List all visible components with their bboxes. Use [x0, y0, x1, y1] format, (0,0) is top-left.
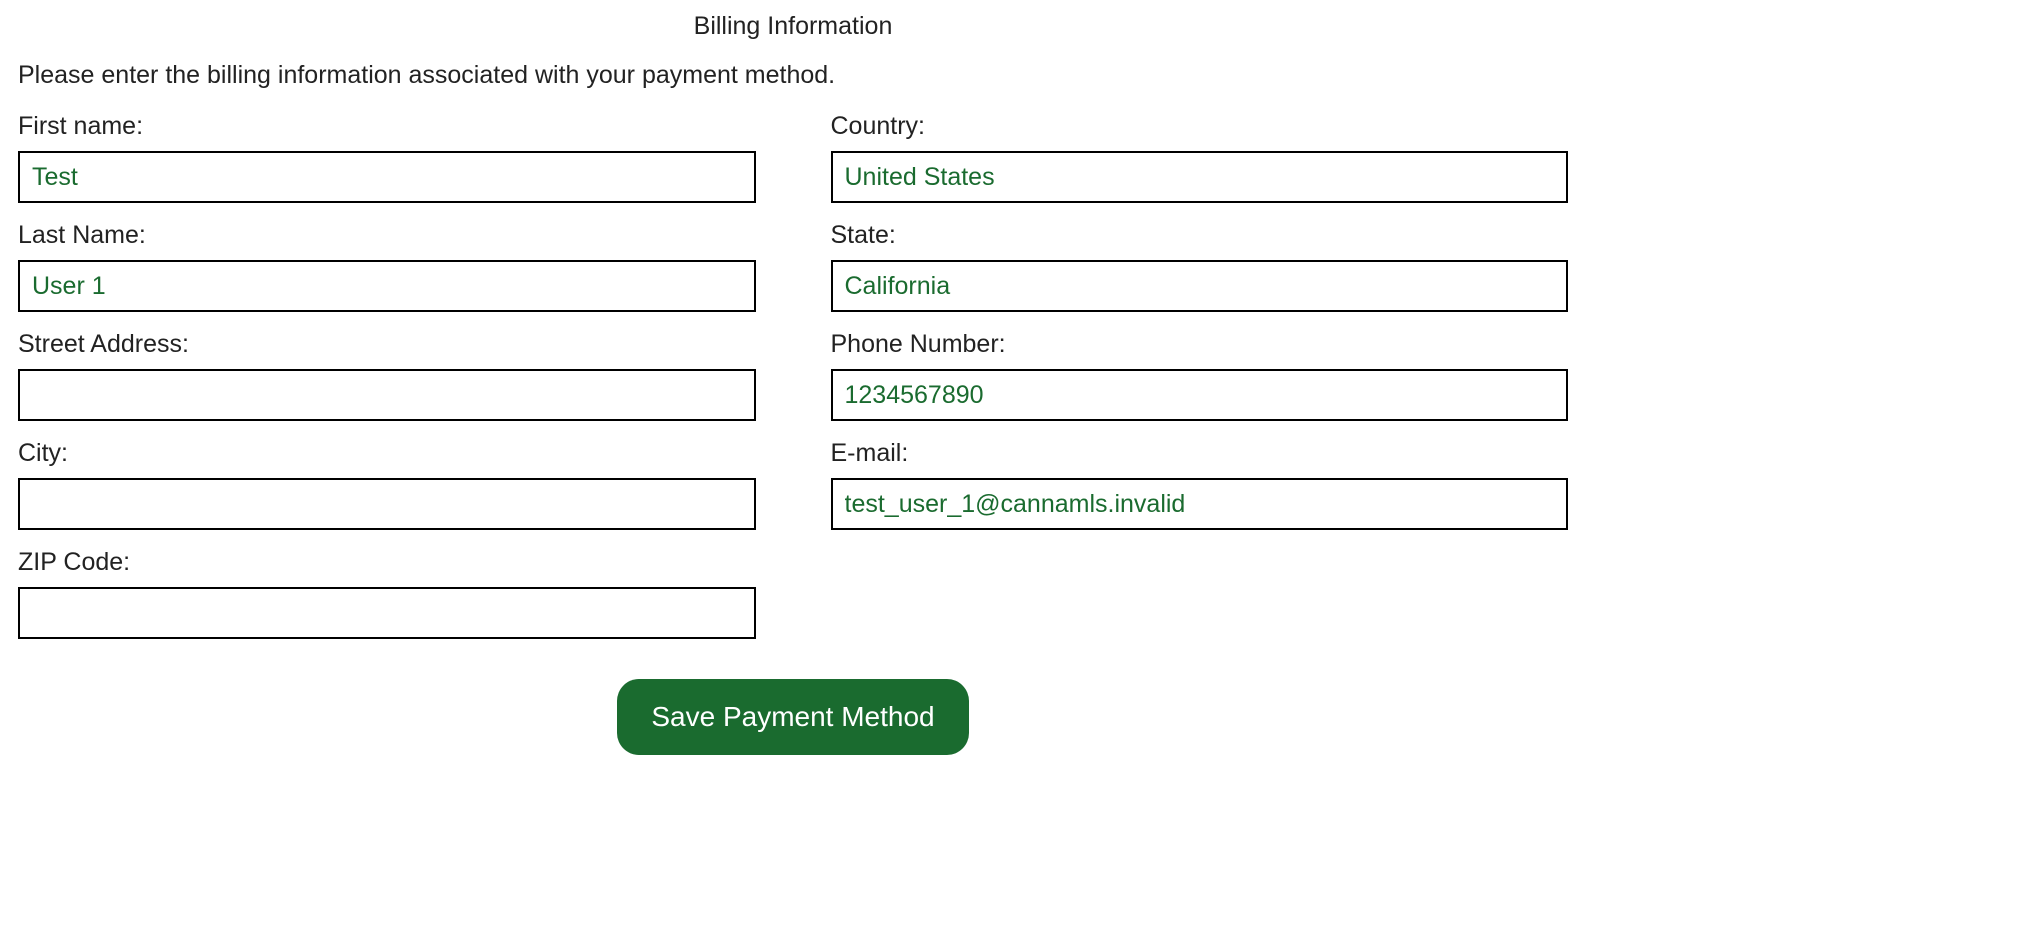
left-column: First name: Last Name: Street Address: C…	[18, 112, 756, 657]
last-name-field: Last Name:	[18, 221, 756, 312]
save-payment-method-button[interactable]: Save Payment Method	[617, 679, 968, 755]
right-column: Country: State: Phone Number: E-mail:	[831, 112, 1569, 657]
state-label: State:	[831, 221, 1569, 250]
form-columns: First name: Last Name: Street Address: C…	[18, 112, 1568, 657]
zip-code-label: ZIP Code:	[18, 548, 756, 577]
last-name-input[interactable]	[18, 260, 756, 312]
email-field: E-mail:	[831, 439, 1569, 530]
country-field: Country:	[831, 112, 1569, 203]
country-label: Country:	[831, 112, 1569, 141]
first-name-field: First name:	[18, 112, 756, 203]
street-address-input[interactable]	[18, 369, 756, 421]
phone-number-field: Phone Number:	[831, 330, 1569, 421]
billing-form: Billing Information Please enter the bil…	[18, 12, 1568, 755]
street-address-label: Street Address:	[18, 330, 756, 359]
first-name-label: First name:	[18, 112, 756, 141]
street-address-field: Street Address:	[18, 330, 756, 421]
city-input[interactable]	[18, 478, 756, 530]
page-title: Billing Information	[18, 12, 1568, 41]
state-input[interactable]	[831, 260, 1569, 312]
phone-number-label: Phone Number:	[831, 330, 1569, 359]
city-field: City:	[18, 439, 756, 530]
last-name-label: Last Name:	[18, 221, 756, 250]
button-row: Save Payment Method	[18, 679, 1568, 755]
email-input[interactable]	[831, 478, 1569, 530]
zip-code-input[interactable]	[18, 587, 756, 639]
state-field: State:	[831, 221, 1569, 312]
first-name-input[interactable]	[18, 151, 756, 203]
instruction-text: Please enter the billing information ass…	[18, 61, 1568, 90]
email-label: E-mail:	[831, 439, 1569, 468]
city-label: City:	[18, 439, 756, 468]
zip-code-field: ZIP Code:	[18, 548, 756, 639]
country-input[interactable]	[831, 151, 1569, 203]
phone-number-input[interactable]	[831, 369, 1569, 421]
